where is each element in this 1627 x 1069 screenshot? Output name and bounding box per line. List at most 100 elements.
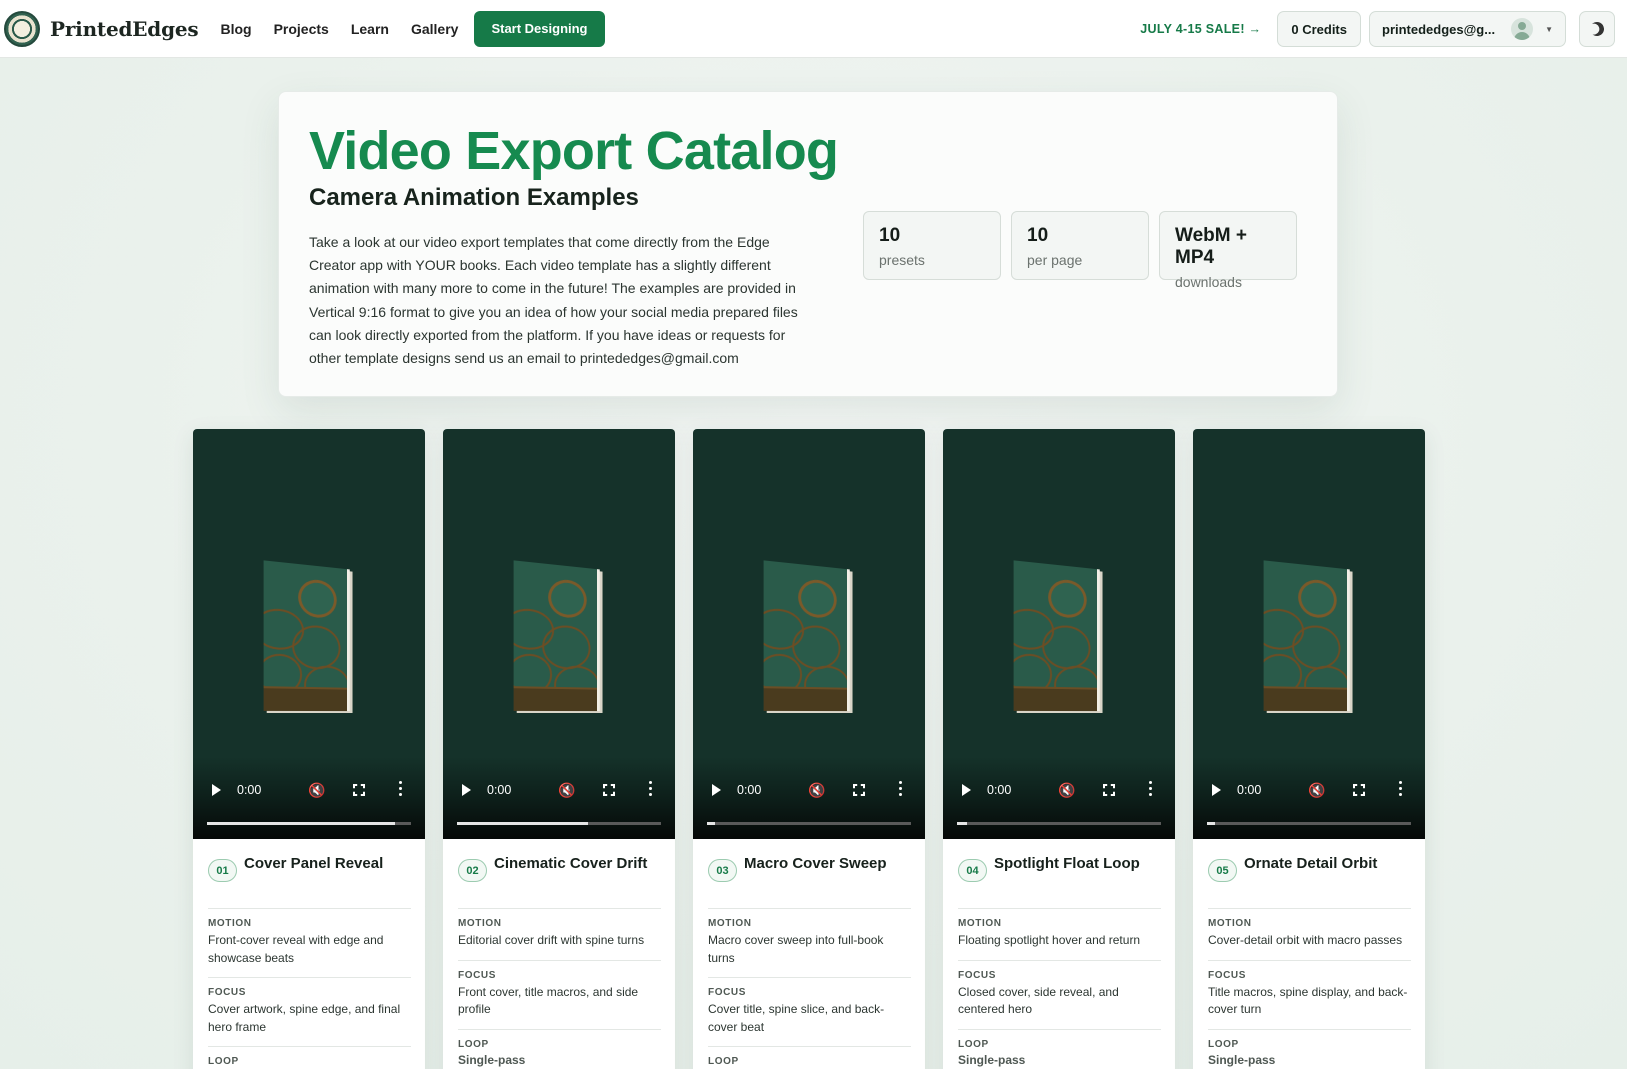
mute-icon[interactable]: 🔇 [558,782,575,799]
video-time: 0:00 [487,783,512,797]
focus-text: Cover title, spine slice, and back-cover… [708,1002,885,1034]
brand-name: PrintedEdges [50,16,199,41]
video-player[interactable]: 0:00 🔇 [1193,429,1425,839]
page-title: Video Export Catalog [309,121,839,181]
sale-link[interactable]: JULY 4-15 SALE! → [1140,22,1261,36]
book-mockup [1263,560,1350,712]
video-progress-bar[interactable] [957,822,1161,825]
credits-button[interactable]: 0 Credits [1277,11,1361,47]
mute-icon[interactable]: 🔇 [808,782,825,799]
more-options-icon[interactable] [649,781,653,799]
card-header: 05 Ornate Detail Orbit [1208,855,1411,909]
stat-label: per page [1027,252,1083,268]
book-emblem [798,578,837,619]
focus-label: FOCUS [208,987,246,998]
fullscreen-icon[interactable] [353,784,365,796]
brand[interactable]: PrintedEdges [4,10,199,47]
video-progress-bar[interactable] [1207,822,1411,825]
motion-section: MOTION Macro cover sweep into full-book … [708,909,911,978]
card-body: 03 Macro Cover Sweep MOTION Macro cover … [693,839,925,1069]
nav-right: JULY 4-15 SALE! → 0 Credits printededges… [1140,11,1615,47]
focus-section: FOCUS Closed cover, side reveal, and cen… [958,961,1161,1030]
book-ornament [1292,624,1341,671]
motion-text: Macro cover sweep into full-book turns [708,933,884,965]
fullscreen-icon[interactable] [853,784,865,796]
motion-text: Cover-detail orbit with macro passes [1208,933,1403,947]
motion-section: MOTION Floating spotlight hover and retu… [958,909,1161,961]
card-header: 03 Macro Cover Sweep [708,855,911,909]
motion-label: MOTION [1208,918,1252,929]
book-ornament [292,624,341,671]
nav-link-gallery[interactable]: Gallery [411,21,458,37]
book-ornament [1042,624,1091,671]
nav-link-learn[interactable]: Learn [351,21,389,37]
book-ornament [1013,686,1097,712]
page-subtitle: Camera Animation Examples [309,184,639,211]
book-mockup [513,560,600,712]
more-options-icon[interactable] [1149,781,1153,799]
theme-toggle-button[interactable] [1579,11,1615,47]
more-options-icon[interactable] [399,781,403,799]
card-body: 05 Ornate Detail Orbit MOTION Cover-deta… [1193,839,1425,1069]
stat-value: 10 [1027,225,1049,246]
play-icon[interactable] [1212,784,1221,796]
motion-label: MOTION [958,918,1002,929]
focus-label: FOCUS [458,969,496,981]
video-card: 0:00 🔇 01 Cover Panel Reveal MOTION Fron… [193,429,425,1069]
play-icon[interactable] [462,784,471,796]
video-progress-bar[interactable] [707,822,911,825]
loop-label: LOOP [958,1038,989,1050]
card-title: Ornate Detail Orbit [1244,855,1378,872]
stat-value: 10 [879,225,901,246]
book-mockup [763,560,850,712]
nav-link-blog[interactable]: Blog [220,21,251,37]
start-designing-button[interactable]: Start Designing [474,10,605,47]
loop-section: LOOP Single-pass [958,1030,1161,1069]
loop-section: LOOP Single-pass [458,1030,661,1069]
motion-section: MOTION Front-cover reveal with edge and … [208,909,411,978]
play-icon[interactable] [212,784,221,796]
card-title: Macro Cover Sweep [744,855,887,872]
stat-per-page: 10 per page [1011,211,1149,280]
fullscreen-icon[interactable] [1353,784,1365,796]
motion-label: MOTION [708,918,752,929]
mute-icon[interactable]: 🔇 [308,782,325,799]
video-player[interactable]: 0:00 🔇 [943,429,1175,839]
card-number-badge: 04 [958,859,987,882]
mute-icon[interactable]: 🔇 [1058,782,1075,799]
play-icon[interactable] [712,784,721,796]
video-progress-bar[interactable] [457,822,661,825]
video-player[interactable]: 0:00 🔇 [693,429,925,839]
video-controls: 0:00 🔇 [693,775,925,807]
focus-label: FOCUS [958,969,996,981]
focus-section: FOCUS Title macros, spine display, and b… [1208,961,1411,1030]
more-options-icon[interactable] [899,781,903,799]
video-progress-bar[interactable] [207,822,411,825]
hero-description: Take a look at our video export template… [309,234,798,367]
logo-icon [4,10,40,47]
video-controls: 0:00 🔇 [193,775,425,807]
play-icon[interactable] [962,784,971,796]
nav-link-projects[interactable]: Projects [274,21,329,37]
mute-icon[interactable]: 🔇 [1308,782,1325,799]
fullscreen-icon[interactable] [1103,784,1115,796]
focus-label: FOCUS [708,987,746,998]
loop-text: Single-pass [458,1052,526,1067]
card-header: 01 Cover Panel Reveal [208,855,411,909]
video-player[interactable]: 0:00 🔇 [193,429,425,839]
loop-label: LOOP [458,1038,489,1050]
book-mockup [263,560,350,712]
motion-text: Floating spotlight hover and return [958,933,1141,947]
motion-label: MOTION [458,918,502,929]
loop-label: LOOP [208,1056,239,1067]
video-time: 0:00 [987,783,1012,797]
video-player[interactable]: 0:00 🔇 [443,429,675,839]
user-menu-button[interactable]: printededges@g... ▼ [1369,11,1566,47]
top-navbar: PrintedEdges Blog Projects Learn Gallery… [0,0,1627,58]
focus-text: Front cover, title macros, and side prof… [458,984,639,1017]
more-options-icon[interactable] [1399,781,1403,799]
book-emblem [1048,578,1087,619]
card-title: Cover Panel Reveal [244,855,384,872]
book-ornament [542,624,591,671]
fullscreen-icon[interactable] [603,784,615,796]
